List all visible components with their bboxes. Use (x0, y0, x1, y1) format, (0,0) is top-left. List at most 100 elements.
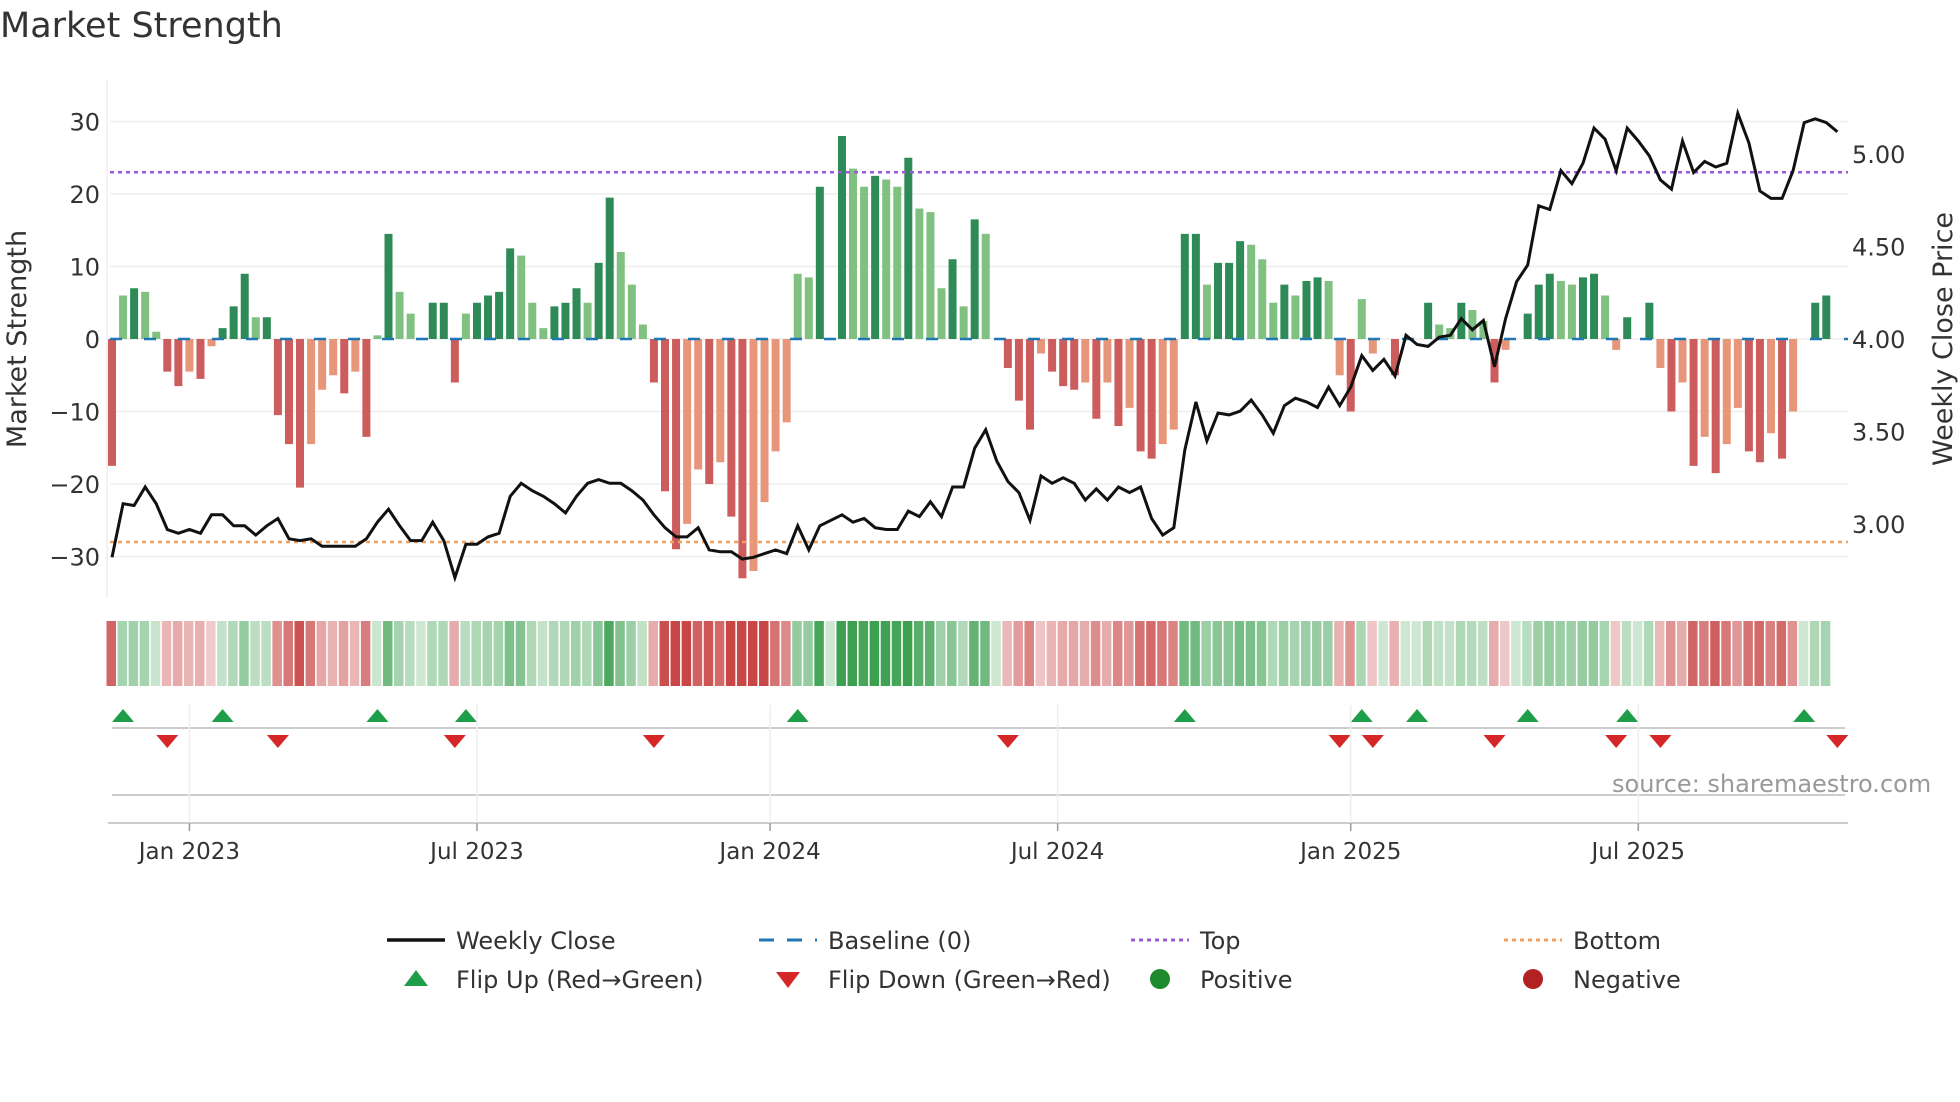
strength-bar (1103, 339, 1112, 383)
y-tick-label: 20 (69, 181, 100, 209)
x-tick-label: Jan 2025 (1298, 839, 1401, 865)
strength-heat-cell (1599, 621, 1610, 686)
strength-heat-cell (327, 621, 338, 686)
strength-bar (915, 208, 924, 339)
strength-bar (705, 339, 714, 484)
strength-heat-cell (217, 621, 227, 686)
strength-bar (1357, 299, 1366, 339)
strength-bar (1424, 302, 1433, 339)
strength-heat-cell (548, 621, 559, 686)
flip-down-marker (1361, 735, 1384, 748)
x-tick-label: Jan 2024 (717, 839, 820, 865)
legend-negative-label: Negative (1573, 966, 1681, 994)
strength-heat-cell (571, 621, 581, 686)
strength-heat-cell (1190, 621, 1200, 686)
strength-heat-cell (759, 621, 769, 686)
strength-bar (793, 273, 802, 339)
strength-bar (1744, 339, 1753, 452)
strength-heat-cell (1135, 621, 1145, 686)
strength-bar (461, 313, 470, 339)
strength-heat-cell (261, 621, 271, 686)
strength-heat-cell (250, 621, 260, 686)
strength-heat-cell (1234, 621, 1245, 686)
strength-bar (716, 339, 725, 463)
flip-down-marker (443, 735, 466, 748)
strength-heat-cell (947, 621, 957, 686)
strength-bar (1291, 295, 1300, 339)
x-tick-label: Jan 2023 (137, 839, 240, 865)
strength-heat-cell (1621, 621, 1632, 686)
strength-heat-cell (1632, 621, 1643, 686)
strength-heat-cell (582, 621, 592, 686)
strength-heat-cell (1002, 621, 1012, 686)
strength-bar (1501, 339, 1510, 350)
x-tick-label: Jul 2024 (1009, 839, 1105, 865)
strength-bar (594, 262, 603, 339)
strength-heat-cell (515, 621, 526, 686)
strength-heat-cell (1090, 621, 1101, 686)
strength-heat-cell (736, 621, 747, 686)
strength-heat-cell (1787, 621, 1798, 686)
x-tick-label: Jul 2023 (428, 839, 524, 865)
strength-heat-cell (239, 621, 249, 686)
strength-bar (218, 328, 227, 339)
strength-heat-cell (194, 621, 205, 686)
strength-bar (1003, 339, 1012, 368)
strength-heat-cell (1511, 621, 1521, 686)
strength-heat-cell (1411, 621, 1422, 686)
strength-bar (1711, 339, 1720, 474)
strength-heat-cell (1610, 621, 1621, 686)
flip-down-marker (1605, 735, 1628, 748)
strength-bar (1081, 339, 1090, 383)
flip-up-marker (366, 709, 389, 722)
y-tick-label: −20 (49, 471, 100, 499)
strength-bar (948, 259, 957, 339)
strength-heat-cell (1477, 621, 1488, 686)
strength-bar (1623, 317, 1632, 339)
weekly-close-line (110, 108, 1839, 583)
strength-heat-cell (1466, 621, 1477, 686)
strength-bar (1025, 339, 1034, 430)
strength-bar (1545, 273, 1554, 339)
strength-bar (373, 335, 382, 339)
strength-heat-cell (316, 621, 327, 686)
strength-bar (1180, 233, 1189, 339)
y2-tick-label: 5.00 (1852, 141, 1905, 169)
strength-heat-cell (1732, 621, 1742, 686)
strength-bar (970, 219, 979, 339)
y-tick-label: −30 (49, 544, 100, 572)
strength-heat-cell (1101, 621, 1112, 686)
strength-heat-cell (482, 621, 493, 686)
strength-heat-cell (1743, 621, 1753, 686)
strength-heat-cell (1798, 621, 1809, 686)
strength-heat-cell (294, 621, 305, 686)
strength-heat-cell (770, 621, 780, 686)
strength-bar (959, 306, 968, 339)
y2-axis-label: Weekly Close Price (1928, 212, 1959, 466)
strength-heat-cell (969, 621, 979, 686)
strength-heat-cell (106, 621, 116, 686)
flip-up-marker (786, 709, 809, 722)
strength-heat-cell (1721, 621, 1731, 686)
strength-heat-cell (117, 621, 128, 686)
y2-tick-label: 4.00 (1852, 326, 1905, 354)
strength-bar (694, 339, 703, 470)
strength-bar (273, 339, 282, 416)
strength-heat-cell (902, 621, 913, 686)
strength-bar (550, 306, 559, 339)
strength-heat-cell (847, 621, 858, 686)
strength-heat-cell (1422, 621, 1433, 686)
strength-bar (1302, 281, 1311, 339)
strength-bar (893, 186, 902, 339)
strength-bar (284, 339, 293, 445)
strength-heat-cell (383, 621, 393, 686)
y-axis-label: Market Strength (2, 230, 33, 448)
strength-heat-cell (1046, 621, 1057, 686)
strength-heat-cell (1765, 621, 1775, 686)
strength-heat-cell (703, 621, 714, 686)
strength-heat-cell (1068, 621, 1079, 686)
strength-heat-cell (360, 621, 371, 686)
strength-heat-cell (1323, 621, 1333, 686)
legend-top-label: Top (1199, 927, 1241, 955)
strength-heat-cell (747, 621, 758, 686)
